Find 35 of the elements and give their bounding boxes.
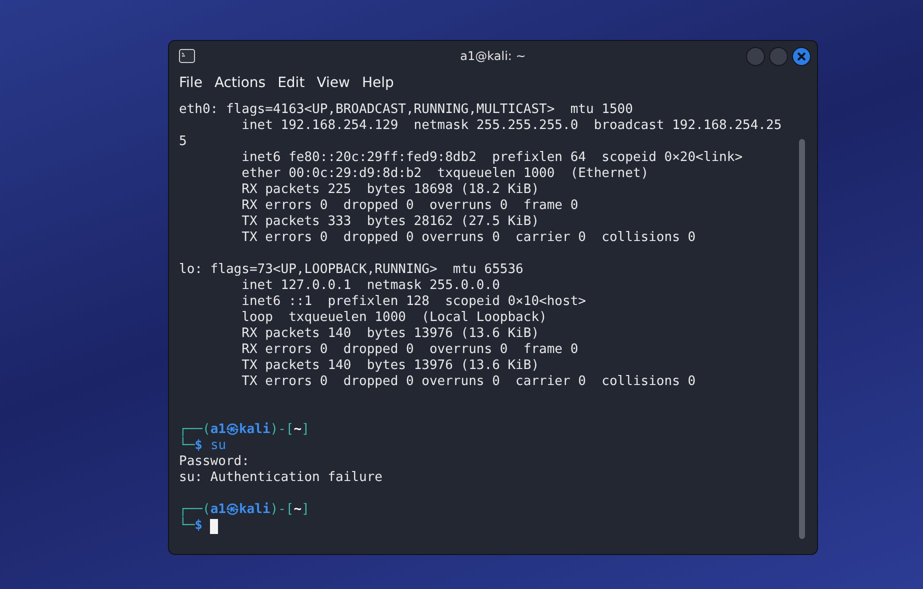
menu-item[interactable]: File: [175, 73, 206, 93]
prompt-line: ┌──(a1㉿kali)-[~]: [179, 502, 310, 517]
command-text: su: [210, 438, 226, 454]
close-button[interactable]: [792, 46, 811, 66]
terminal-output-line: 5: [179, 134, 187, 150]
menu-item[interactable]: Edit: [274, 73, 309, 93]
terminal-output-line: inet 127.0.0.1 netmask 255.0.0.0: [240, 278, 500, 294]
menu-item[interactable]: Actions: [210, 73, 270, 93]
terminal-output-line: loop txqueuelen 1000 (Local Loopback): [240, 310, 547, 326]
terminal-output-line: inet6 ::1 prefixlen 128 scopeid 0×10<host>: [240, 294, 586, 310]
terminal-output-line: RX packets 140 bytes 13976 (13.6 KiB): [240, 326, 540, 342]
terminal-output-line: inet 192.168.254.129 netmask 255.255.255.0 broadcast 192.168.254.25: [240, 118, 782, 134]
terminal-icon: [179, 49, 195, 63]
menu-item[interactable]: Help: [358, 73, 398, 93]
terminal-output-line: RX errors 0 dropped 0 overruns 0 frame 0: [240, 198, 578, 214]
terminal-output-line: TX packets 140 bytes 13976 (13.6 KiB): [240, 358, 540, 374]
scrollbar-thumb[interactable]: [799, 139, 805, 539]
prompt-line: └─$: [179, 518, 202, 534]
menu-item[interactable]: View: [312, 73, 354, 93]
terminal-output-line: TX errors 0 dropped 0 overruns 0 carrier 0 collisions 0: [240, 230, 696, 246]
close-icon: [797, 52, 806, 60]
terminal-output-line: eth0: flags=4163<UP,BROADCAST,RUNNING,MULTICAST> mtu 1500: [179, 102, 633, 118]
terminal-output-line: RX packets 225 bytes 18698 (18.2 KiB): [240, 182, 540, 198]
prompt-line: └─$: [179, 438, 202, 454]
terminal-output-line: Password:: [179, 454, 250, 470]
terminal-output-line: TX errors 0 dropped 0 overruns 0 carrier 0 collisions 0: [240, 374, 696, 390]
terminal-output-line: inet6 fe80::20c:29ff:fed9:8db2 prefixlen 64 scopeid 0×20<link>: [240, 150, 743, 166]
terminal-output-line: su: Authentication failure: [179, 470, 382, 486]
terminal-output-line: TX packets 333 bytes 28162 (27.5 KiB): [240, 214, 540, 230]
minimize-button[interactable]: [746, 46, 765, 66]
terminal-output-line: ether 00:0c:29:d9:8d:b2 txqueuelen 1000 (Ethernet): [240, 166, 649, 182]
window-title: a1@kali: ~: [460, 49, 526, 63]
terminal-output-line: lo: flags=73<UP,LOOPBACK,RUNNING> mtu 65536: [179, 262, 524, 278]
terminal-output-line: RX errors 0 dropped 0 overruns 0 frame 0: [240, 342, 578, 358]
prompt-line: ┌──(a1㉿kali)-[~]: [179, 422, 310, 437]
